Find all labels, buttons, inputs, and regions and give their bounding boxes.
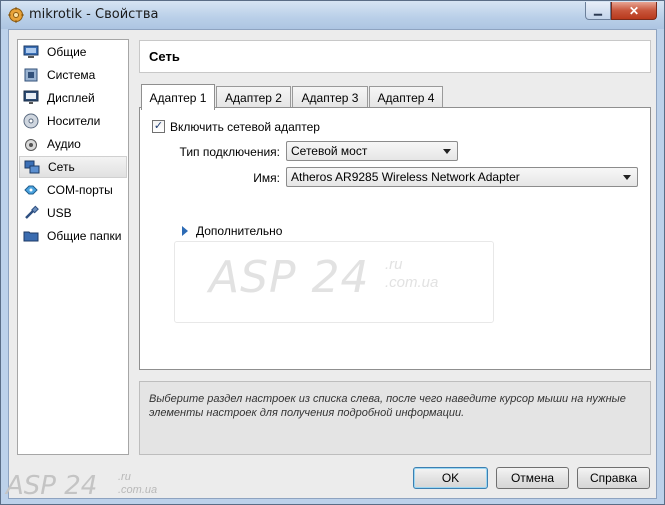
sidebar-item-label: Общие папки: [47, 229, 122, 243]
adapter-name-value: Atheros AR9285 Wireless Network Adapter: [291, 170, 520, 184]
ok-button-label: OK: [441, 471, 460, 485]
close-button[interactable]: ✕: [611, 2, 657, 20]
sidebar-item-label: Носители: [47, 114, 101, 128]
help-button-label: Справка: [589, 471, 638, 485]
shared-folder-icon: [22, 228, 40, 244]
cancel-button-label: Отмена: [510, 471, 555, 485]
sidebar-item-network[interactable]: Сеть: [19, 156, 127, 178]
network-icon: [23, 159, 41, 175]
watermark-text: ASP 24: [209, 252, 370, 303]
watermark: ASP 24 .ru .com.ua: [174, 241, 494, 323]
cancel-button[interactable]: Отмена: [496, 467, 569, 489]
dialog-client-area: Общие Система Дисплей Носители Аудио Сет…: [8, 29, 657, 499]
chevron-down-icon: [623, 175, 631, 180]
attachment-type-select[interactable]: Сетевой мост: [286, 141, 458, 161]
ok-button[interactable]: OK: [413, 467, 488, 489]
sidebar-item-usb[interactable]: USB: [19, 202, 127, 224]
tab-adapter-4[interactable]: Адаптер 4: [369, 86, 443, 108]
sidebar-item-shared-folders[interactable]: Общие папки: [19, 225, 127, 247]
page-title: Сеть: [149, 49, 180, 64]
tab-label: Адаптер 1: [149, 90, 207, 105]
bottom-watermark-ru: .ru: [118, 471, 131, 483]
minimize-icon: ▁: [594, 5, 602, 16]
bottom-watermark-com: .com.ua: [118, 484, 158, 496]
minimize-button[interactable]: ▁: [585, 2, 611, 20]
sidebar-item-audio[interactable]: Аудио: [19, 133, 127, 155]
enable-adapter-checkbox[interactable]: ✓: [152, 120, 165, 133]
storage-icon: [22, 113, 40, 129]
sidebar-item-storage[interactable]: Носители: [19, 110, 127, 132]
tab-adapter-1[interactable]: Адаптер 1: [141, 84, 215, 110]
attachment-type-label: Тип подключения:: [179, 145, 280, 159]
settings-category-list: Общие Система Дисплей Носители Аудио Сет…: [17, 39, 129, 455]
window-title: mikrotik - Свойства: [29, 7, 159, 22]
checkmark-icon: ✓: [153, 120, 164, 132]
sidebar-item-general[interactable]: Общие: [19, 41, 127, 63]
help-button[interactable]: Справка: [577, 467, 650, 489]
page-header: Сеть: [139, 40, 651, 73]
com-port-icon: [22, 182, 40, 198]
sidebar-item-label: COM-порты: [47, 183, 113, 197]
sidebar-item-com-ports[interactable]: COM-порты: [19, 179, 127, 201]
sidebar-item-label: Аудио: [47, 137, 81, 151]
advanced-expander[interactable]: Дополнительно: [182, 224, 282, 238]
advanced-label: Дополнительно: [196, 224, 283, 238]
sidebar-item-system[interactable]: Система: [19, 64, 127, 86]
system-icon: [22, 67, 40, 83]
watermark-ru: .ru: [385, 256, 403, 273]
virtualbox-gear-icon: [8, 7, 24, 23]
watermark-com: .com.ua: [385, 274, 439, 291]
sidebar-item-label: USB: [47, 206, 72, 220]
bottom-watermark-text: ASP 24: [6, 471, 98, 501]
display-icon: [22, 90, 40, 106]
audio-icon: [22, 136, 40, 152]
close-icon: ✕: [628, 3, 640, 18]
usb-icon: [22, 205, 40, 221]
properties-window: mikrotik - Свойства ▁ ✕ Общие Система Ди…: [0, 0, 665, 505]
sidebar-item-label: Общие: [47, 45, 87, 59]
tab-label: Адаптер 4: [377, 90, 435, 105]
tab-label: Адаптер 2: [225, 90, 282, 105]
adapter-name-select[interactable]: Atheros AR9285 Wireless Network Adapter: [286, 167, 638, 187]
tab-adapter-2[interactable]: Адаптер 2: [216, 86, 291, 108]
expand-arrow-icon: [182, 226, 188, 236]
tab-label: Адаптер 3: [301, 90, 359, 105]
adapter-tab-panel: ✓ Включить сетевой адаптер Тип подключен…: [139, 107, 651, 370]
sidebar-item-label: Система: [47, 68, 96, 82]
enable-adapter-label: Включить сетевой адаптер: [170, 120, 320, 134]
adapter-name-label: Имя:: [253, 171, 280, 185]
attachment-type-value: Сетевой мост: [291, 144, 368, 158]
chevron-down-icon: [443, 149, 451, 154]
sidebar-item-label: Сеть: [48, 160, 75, 174]
help-info-box: Выберите раздел настроек из списка слева…: [139, 381, 651, 455]
title-bar[interactable]: mikrotik - Свойства ▁ ✕: [1, 1, 664, 29]
tab-adapter-3[interactable]: Адаптер 3: [292, 86, 368, 108]
sidebar-item-display[interactable]: Дисплей: [19, 87, 127, 109]
general-icon: [22, 44, 40, 60]
sidebar-item-label: Дисплей: [47, 91, 95, 105]
help-info-text: Выберите раздел настроек из списка слева…: [149, 393, 626, 419]
